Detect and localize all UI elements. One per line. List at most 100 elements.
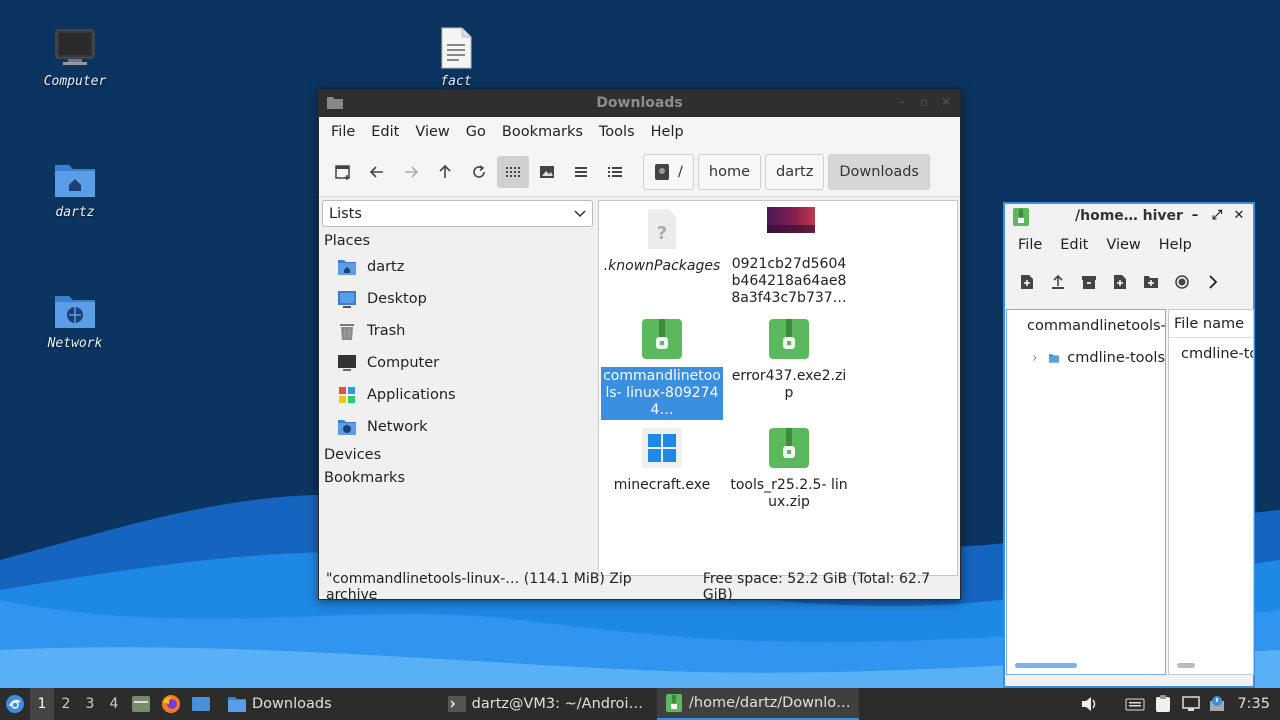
desktop-icon-computer[interactable]: Computer bbox=[25, 26, 125, 89]
bookmarks-header[interactable]: Bookmarks bbox=[319, 467, 597, 491]
update-notifier-button[interactable] bbox=[1205, 695, 1229, 713]
new-tab-button[interactable] bbox=[327, 156, 359, 188]
path-downloads-button[interactable]: Downloads bbox=[828, 153, 930, 190]
workspace-3[interactable]: 3 bbox=[78, 696, 102, 712]
menu-view[interactable]: View bbox=[407, 124, 457, 140]
menu-view[interactable]: View bbox=[1097, 237, 1149, 253]
menu-file[interactable]: File bbox=[323, 124, 363, 140]
network-button[interactable] bbox=[1177, 696, 1205, 712]
path-dartz-button[interactable]: dartz bbox=[765, 153, 825, 190]
reload-button[interactable] bbox=[463, 156, 495, 188]
start-menu-button[interactable] bbox=[0, 694, 30, 714]
minimize-button[interactable]: – bbox=[894, 94, 910, 110]
clipboard-icon bbox=[1156, 695, 1171, 712]
sidebar-item-network[interactable]: Network bbox=[319, 411, 597, 443]
file-manager-launcher[interactable] bbox=[126, 695, 156, 713]
file-item[interactable]: tools_r25.2.5- linux.zip bbox=[728, 426, 850, 512]
column-header[interactable]: File name bbox=[1169, 310, 1253, 338]
horizontal-scrollbar[interactable] bbox=[1177, 663, 1195, 668]
sidebar-item-label: Desktop bbox=[367, 291, 427, 307]
desktop: Computer fact dartz Network Downloads – … bbox=[0, 0, 1280, 688]
column-header-name: File name bbox=[1174, 315, 1244, 332]
toolbar-overflow-button[interactable] bbox=[1199, 266, 1227, 298]
desktop-icon-network[interactable]: Network bbox=[25, 288, 125, 351]
tree-item-child[interactable]: cmdline-tools bbox=[1007, 342, 1165, 374]
minimize-button[interactable]: – bbox=[1187, 208, 1203, 224]
new-window-icon bbox=[335, 164, 350, 180]
sidebar-item-label: Applications bbox=[367, 387, 456, 403]
menu-help[interactable]: Help bbox=[643, 124, 692, 140]
keyboard-button[interactable] bbox=[1121, 697, 1149, 711]
sidebar-item-trash[interactable]: Trash bbox=[319, 315, 597, 347]
menu-file[interactable]: File bbox=[1009, 237, 1051, 253]
menu-edit[interactable]: Edit bbox=[363, 124, 407, 140]
tree-item-root[interactable]: commandlinetools-linux bbox=[1007, 310, 1165, 342]
menu-bookmarks[interactable]: Bookmarks bbox=[494, 124, 591, 140]
new-archive-button[interactable] bbox=[1013, 266, 1041, 298]
path-root-button[interactable]: / bbox=[643, 153, 694, 190]
menu-tools[interactable]: Tools bbox=[591, 124, 643, 140]
keyboard-icon bbox=[1125, 698, 1145, 711]
task-downloads[interactable]: Downloads bbox=[220, 688, 340, 720]
clipboard-button[interactable] bbox=[1149, 695, 1177, 713]
sidebar-item-dartz[interactable]: dartz bbox=[319, 251, 597, 283]
clock[interactable]: 7:35 bbox=[1229, 696, 1280, 712]
task-archiver[interactable]: /home/dartz/Downlo… bbox=[657, 688, 859, 720]
lubuntu-logo-icon bbox=[6, 695, 24, 713]
add-files-button[interactable] bbox=[1106, 266, 1134, 298]
window-titlebar[interactable]: Downloads – ▫ ✕ bbox=[319, 90, 960, 117]
menu-edit[interactable]: Edit bbox=[1051, 237, 1097, 253]
home-folder-icon bbox=[53, 157, 97, 201]
thumbnail-view-button[interactable] bbox=[531, 156, 563, 188]
chevron-right-icon bbox=[1209, 275, 1218, 289]
monitor-icon bbox=[338, 355, 356, 371]
stop-button[interactable] bbox=[1168, 266, 1196, 298]
sidebar-mode-dropdown[interactable]: Lists bbox=[322, 200, 593, 227]
file-item[interactable]: 0921cb27d5604 b464218a64ae8 8a3f43c7b737… bbox=[728, 207, 850, 308]
close-button[interactable]: ✕ bbox=[938, 94, 954, 110]
forward-button[interactable] bbox=[395, 156, 427, 188]
list-item[interactable]: cmdline-tools bbox=[1169, 338, 1253, 370]
workspace-2[interactable]: 2 bbox=[54, 696, 78, 712]
menu-help[interactable]: Help bbox=[1150, 237, 1201, 253]
sidebar-item-computer[interactable]: Computer bbox=[319, 347, 597, 379]
window-titlebar[interactable]: /home… hiver – ⤢ ✕ bbox=[1005, 204, 1253, 230]
file-item[interactable]: minecraft.exe bbox=[601, 426, 723, 495]
file-item[interactable]: ? .knownPackages bbox=[601, 207, 723, 276]
back-button[interactable] bbox=[361, 156, 393, 188]
sidebar-item-applications[interactable]: Applications bbox=[319, 379, 597, 411]
terminal-icon bbox=[447, 696, 466, 712]
sidebar: Lists Places dartz Desktop Trash Compute… bbox=[319, 198, 597, 574]
devices-header[interactable]: Devices bbox=[319, 443, 597, 467]
horizontal-scrollbar[interactable] bbox=[1015, 663, 1077, 668]
task-terminal[interactable]: dartz@VM3: ~/Androi… bbox=[440, 688, 651, 720]
compact-view-button[interactable] bbox=[565, 156, 597, 188]
icon-view-button[interactable] bbox=[497, 155, 529, 188]
close-button[interactable]: ✕ bbox=[1231, 208, 1247, 224]
sidebar-item-desktop[interactable]: Desktop bbox=[319, 283, 597, 315]
desktop-icon-dartz[interactable]: dartz bbox=[25, 157, 125, 220]
maximize-button[interactable]: ⤢ bbox=[1209, 208, 1225, 224]
menu-go[interactable]: Go bbox=[458, 124, 494, 140]
desktop-icon bbox=[192, 697, 210, 711]
file-item[interactable]: error437.exe2.zi p bbox=[728, 317, 850, 403]
firefox-launcher[interactable] bbox=[156, 694, 186, 714]
archive-box-icon bbox=[1082, 276, 1096, 289]
parent-folder-button[interactable] bbox=[429, 156, 461, 188]
sidebar-item-label: Computer bbox=[367, 355, 440, 371]
maximize-button[interactable]: ▫ bbox=[916, 94, 932, 110]
volume-button[interactable] bbox=[1075, 696, 1105, 712]
workspace-1[interactable]: 1 bbox=[30, 688, 54, 720]
show-desktop-button[interactable] bbox=[186, 695, 216, 713]
add-folder-button[interactable] bbox=[1137, 266, 1165, 298]
extract-button[interactable] bbox=[1075, 266, 1103, 298]
file-item-selected[interactable]: commandlinetoo ls- linux-8092744… bbox=[601, 317, 723, 420]
arrow-right-icon bbox=[405, 165, 419, 178]
status-bar: "commandlinetools-linux-… (114.1 MiB) Zi… bbox=[319, 571, 960, 603]
path-home-button[interactable]: home bbox=[697, 153, 761, 190]
places-header[interactable]: Places bbox=[319, 227, 597, 251]
workspace-4[interactable]: 4 bbox=[102, 696, 126, 712]
detailed-view-button[interactable] bbox=[599, 156, 631, 188]
open-archive-button[interactable] bbox=[1044, 266, 1072, 298]
desktop-icon-fact[interactable]: fact bbox=[406, 26, 506, 89]
